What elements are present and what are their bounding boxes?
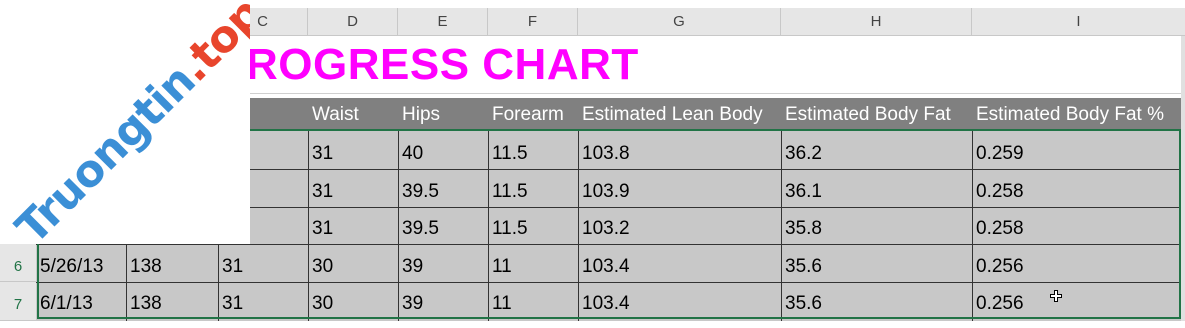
cell-date[interactable]: 6/1/13 [36, 293, 126, 315]
header-cell-waist[interactable]: Waist [308, 98, 398, 131]
spreadsheet: C D E F G H I 6 7 ROGRESS CHART est Wais… [0, 0, 1185, 321]
cell-body-fat[interactable]: 36.2 [781, 143, 972, 165]
cell-waist[interactable]: 31 [308, 143, 398, 165]
header-cell-body-fat-pct[interactable]: Estimated Body Fat % [972, 98, 1185, 131]
watermark-logo: Truongtin.top [0, 0, 250, 244]
cell-chest[interactable]: 31 [218, 293, 308, 315]
watermark-text: Truongtin.top [6, 0, 250, 244]
cell-body-fat-pct[interactable]: 0.259 [972, 143, 1185, 165]
cell-forearm[interactable]: 11.5 [488, 218, 578, 240]
cell-lean-body[interactable]: 103.4 [578, 293, 781, 315]
cell-lean-body[interactable]: 103.4 [578, 256, 781, 278]
column-header-g[interactable]: G [578, 8, 781, 35]
row-header-7[interactable]: 7 [0, 282, 36, 321]
cell-lean-body[interactable]: 103.8 [578, 143, 781, 165]
cell-lean-body[interactable]: 103.2 [578, 218, 781, 240]
header-cell-body-fat[interactable]: Estimated Body Fat [781, 98, 972, 131]
cell-hips[interactable]: 39 [398, 256, 488, 278]
cell-lean-body[interactable]: 103.9 [578, 181, 781, 203]
cell-hips[interactable]: 40 [398, 143, 488, 165]
cell-forearm[interactable]: 11 [488, 293, 578, 315]
cell-forearm[interactable]: 11.5 [488, 181, 578, 203]
cell-forearm[interactable]: 11 [488, 256, 578, 278]
cell-weight[interactable]: 138 [126, 293, 218, 315]
grid-line [36, 244, 1185, 245]
move-cursor-icon [1050, 290, 1062, 302]
vertical-scrollbar[interactable] [1181, 36, 1185, 321]
cell-body-fat[interactable]: 36.1 [781, 181, 972, 203]
cell-waist[interactable]: 31 [308, 181, 398, 203]
cell-waist[interactable]: 30 [308, 293, 398, 315]
row-header-6[interactable]: 6 [0, 244, 36, 282]
cell-body-fat-pct[interactable]: 0.258 [972, 218, 1185, 240]
cell-hips[interactable]: 39.5 [398, 181, 488, 203]
cell-hips[interactable]: 39 [398, 293, 488, 315]
header-cell-forearm[interactable]: Forearm [488, 98, 578, 131]
column-header-i[interactable]: I [972, 8, 1185, 35]
column-header-h[interactable]: H [781, 8, 972, 35]
header-cell-lean-body[interactable]: Estimated Lean Body [578, 98, 781, 131]
cell-body-fat[interactable]: 35.6 [781, 293, 972, 315]
column-header-e[interactable]: E [398, 8, 488, 35]
cell-body-fat-pct[interactable]: 0.258 [972, 181, 1185, 203]
cell-forearm[interactable]: 11.5 [488, 143, 578, 165]
chart-title[interactable]: ROGRESS CHART [246, 40, 639, 90]
grid-line [36, 282, 1185, 283]
cell-waist[interactable]: 30 [308, 256, 398, 278]
cell-body-fat-pct[interactable]: 0.256 [972, 256, 1185, 278]
cell-weight[interactable]: 138 [126, 256, 218, 278]
column-header-d[interactable]: D [308, 8, 398, 35]
cell-waist[interactable]: 31 [308, 218, 398, 240]
header-cell-hips[interactable]: Hips [398, 98, 488, 131]
cell-date[interactable]: 5/26/13 [36, 256, 126, 278]
cell-body-fat[interactable]: 35.6 [781, 256, 972, 278]
column-header-f[interactable]: F [488, 8, 578, 35]
watermark-part-a: Truongtin [6, 55, 205, 244]
cell-hips[interactable]: 39.5 [398, 218, 488, 240]
cell-body-fat-pct[interactable]: 0.256 [972, 293, 1185, 315]
cell-body-fat[interactable]: 35.8 [781, 218, 972, 240]
cell-chest[interactable]: 31 [218, 256, 308, 278]
